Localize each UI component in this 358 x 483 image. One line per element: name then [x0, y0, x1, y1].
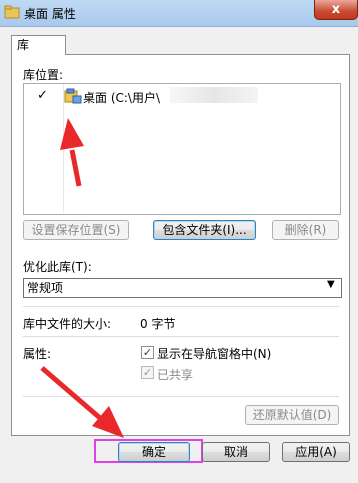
- optimize-label: 优化此库(T):: [23, 260, 92, 274]
- library-size-value: 0 字节: [140, 317, 176, 331]
- include-folder-button[interactable]: 包含文件夹(I)...: [153, 220, 256, 240]
- divider: [23, 306, 339, 307]
- attributes-label: 属性:: [23, 347, 52, 361]
- library-locations-label: 库位置:: [23, 68, 64, 82]
- window-title: 桌面 属性: [24, 7, 76, 21]
- show-in-nav-label[interactable]: 显示在导航窗格中(N): [157, 345, 271, 362]
- library-folder-icon: [64, 88, 82, 104]
- library-size-label: 库中文件的大小:: [23, 317, 112, 331]
- tab-library[interactable]: 库: [11, 35, 66, 55]
- show-in-nav-checkbox[interactable]: ✓: [141, 346, 154, 359]
- redacted-path: [170, 87, 258, 103]
- cancel-button[interactable]: 取消: [202, 442, 270, 462]
- optimize-select[interactable]: 常规项: [23, 278, 342, 298]
- set-save-location-button[interactable]: 设置保存位置(S): [23, 220, 129, 240]
- shared-checkbox[interactable]: ✓: [141, 366, 154, 379]
- restore-defaults-button[interactable]: 还原默认值(D): [245, 405, 339, 425]
- folder-icon: [4, 5, 20, 19]
- default-location-check-icon: ✓: [37, 88, 48, 103]
- apply-button[interactable]: 应用(A): [282, 442, 350, 462]
- shared-label: 已共享: [157, 368, 194, 382]
- divider: [23, 336, 339, 337]
- remove-button[interactable]: 删除(R): [272, 220, 339, 240]
- divider: [23, 396, 339, 397]
- close-button[interactable]: x: [314, 0, 358, 20]
- ok-button[interactable]: 确定: [118, 442, 190, 462]
- library-location-item[interactable]: 桌面 (C:\用户\: [83, 89, 160, 106]
- chevron-down-icon: ▼: [327, 279, 335, 290]
